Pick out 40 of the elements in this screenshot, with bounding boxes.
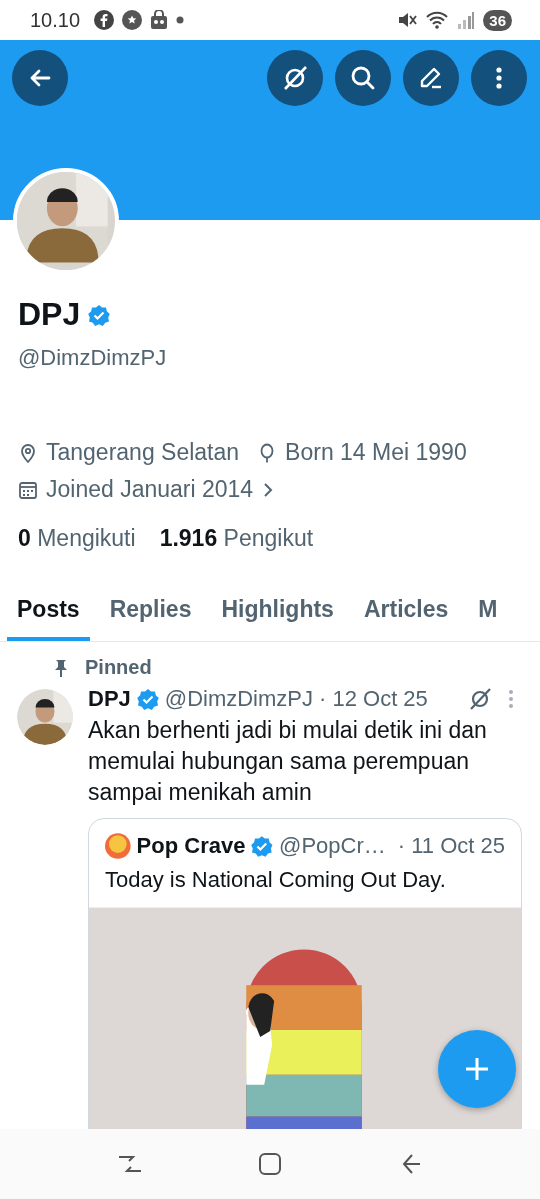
profile-handle: @DimzDimzPJ: [18, 345, 168, 371]
profile-tab[interactable]: Articles: [363, 596, 449, 641]
birth-date-text: Born 14 Mei 1990: [285, 439, 467, 466]
author-name: DPJ: [88, 686, 131, 712]
profile-tab[interactable]: Highlights: [221, 596, 334, 641]
battery-level: 36: [483, 9, 512, 31]
more-button[interactable]: [471, 50, 527, 106]
pinned-label: Pinned: [85, 656, 152, 679]
wifi-icon: [425, 10, 450, 30]
signal-icon: [457, 10, 476, 30]
profile-tab[interactable]: M: [478, 596, 498, 641]
post-date: · 12 Oct 25: [319, 686, 428, 712]
profile-tab[interactable]: Replies: [109, 596, 192, 641]
post-text: Akan berhenti jadi bi mulai detik ini dan memulai hubungan sama perempuan sampai menikah amin: [88, 716, 488, 807]
more-icon: [495, 66, 503, 90]
join-date-link[interactable]: Joined Januari 2014: [46, 476, 254, 503]
facebook-icon: [94, 10, 115, 30]
quoted-post-date: · 11 Oct 25: [397, 833, 505, 859]
follow-count-link[interactable]: 0 Mengikuti: [18, 525, 136, 552]
dot-icon: [176, 16, 185, 24]
mute-icon: [397, 10, 418, 30]
calendar-icon: [18, 479, 38, 500]
follow-count-link[interactable]: 1.916 Pengikut: [159, 525, 314, 552]
location-pin-icon: [18, 442, 38, 463]
author-avatar[interactable]: [17, 689, 73, 745]
profile-name: DPJ: [18, 296, 81, 333]
edit-button[interactable]: [403, 50, 459, 106]
quoted-author-handle: @PopCr…: [279, 833, 386, 859]
logo-icon: [105, 833, 131, 859]
pin-icon: [53, 657, 69, 678]
shopping-bag-icon: [150, 10, 169, 30]
location-text: Tangerang Selatan: [46, 439, 240, 466]
author-handle: @DimzDimzPJ: [164, 686, 313, 712]
search-button[interactable]: [335, 50, 391, 106]
slashed-circle-button[interactable]: [267, 50, 323, 106]
back-button[interactable]: [12, 50, 68, 106]
status-time: 10.10: [30, 8, 81, 32]
profile-tab[interactable]: Posts: [7, 596, 90, 641]
quoted-author-name: Pop Crave: [136, 833, 246, 859]
quoted-post-text: Today is National Coming Out Day.: [104, 866, 447, 894]
